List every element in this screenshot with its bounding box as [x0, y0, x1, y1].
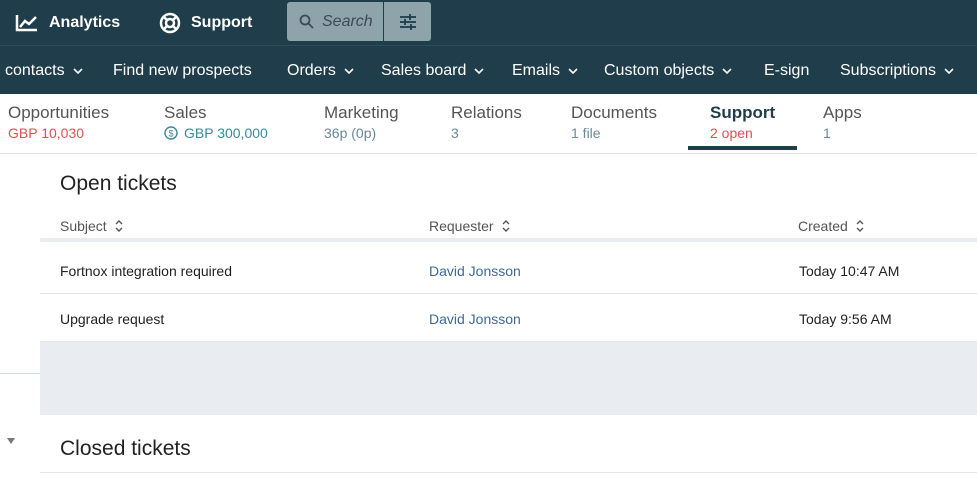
ticket-subject: Upgrade request [60, 311, 165, 327]
tab-value-wrap: $ GBP 300,000 [164, 125, 268, 141]
analytics-label: Analytics [49, 13, 121, 31]
tab-value: GBP 300,000 [184, 125, 268, 141]
currency-icon: $ [164, 126, 178, 140]
nav-item-find-new-prospects[interactable]: Find new prospects [113, 46, 252, 95]
tab-value: 1 [823, 125, 831, 141]
nav-item-label: Custom objects [604, 61, 715, 79]
tab-value: 2 open [710, 125, 753, 141]
chevron-down-icon [474, 67, 484, 74]
search-input[interactable] [322, 12, 382, 31]
ticket-requester-link[interactable]: David Jonsson [429, 311, 521, 327]
column-header-label: Subject [60, 218, 107, 234]
section-spacer [40, 342, 977, 415]
nav-item-e-sign[interactable]: E-sign [764, 46, 809, 95]
chevron-down-icon [568, 67, 578, 74]
sort-icon [115, 220, 123, 232]
top-bar: Analytics Support [0, 0, 977, 45]
lifebuoy-icon [159, 12, 181, 33]
nav-item-subscriptions[interactable]: Subscriptions [840, 46, 954, 95]
search-box[interactable] [287, 2, 383, 41]
tab-value: 36p (0p) [324, 125, 377, 141]
closed-tickets-title: Closed tickets [60, 437, 191, 460]
nav-item-sales-board[interactable]: Sales board [381, 46, 484, 95]
main-nav: contacts Find new prospects Orders Sales… [0, 45, 977, 94]
ticket-created: Today 10:47 AM [799, 263, 900, 279]
ticket-requester-link[interactable]: David Jonsson [429, 263, 521, 279]
nav-item-label: Find new prospects [113, 61, 252, 79]
sort-icon [856, 220, 864, 232]
tab-title: Relations [451, 103, 522, 122]
chevron-down-icon [73, 67, 83, 74]
search-icon [299, 14, 314, 29]
tab-title: Marketing [324, 103, 399, 122]
filter-button[interactable] [384, 2, 431, 41]
left-panel [0, 154, 40, 484]
nav-item-label: contacts [5, 61, 65, 79]
sliders-icon [399, 13, 416, 30]
tab-value: 1 file [571, 125, 601, 141]
nav-item-label: Subscriptions [840, 61, 937, 79]
nav-item-label: Sales board [381, 61, 467, 79]
tab-value: GBP 10,030 [8, 125, 85, 141]
nav-item-orders[interactable]: Orders [287, 46, 354, 95]
chevron-down-icon[interactable] [7, 438, 15, 444]
column-header-label: Requester [429, 218, 494, 234]
column-header-created[interactable]: Created [798, 218, 864, 234]
table-row[interactable]: Upgrade request David Jonsson Today 9:56… [40, 294, 977, 342]
nav-item-label: Orders [287, 61, 336, 79]
chevron-down-icon [344, 67, 354, 74]
ticket-created: Today 9:56 AM [799, 311, 892, 327]
closed-tickets-divider [40, 472, 977, 473]
svg-text:$: $ [168, 129, 173, 139]
nav-item-label: E-sign [764, 61, 810, 79]
support-link[interactable]: Support [159, 0, 252, 45]
chevron-down-icon [722, 67, 732, 74]
tab-title: Documents [571, 103, 657, 122]
nav-item-label: Emails [512, 61, 561, 79]
column-header-requester[interactable]: Requester [429, 218, 510, 234]
left-panel-divider [0, 373, 40, 374]
tab-bar: Opportunities GBP 10,030 Sales $ GBP 300… [0, 94, 977, 154]
table-row[interactable]: Fortnox integration required David Jonss… [40, 246, 977, 294]
active-tab-indicator [688, 146, 797, 150]
nav-item-emails[interactable]: Emails [512, 46, 578, 95]
nav-item-contacts[interactable]: contacts [5, 46, 83, 95]
chevron-down-icon [944, 67, 954, 74]
nav-item-custom-objects[interactable]: Custom objects [604, 46, 732, 95]
tab-title: Apps [823, 103, 862, 122]
tab-title: Sales [164, 103, 207, 122]
column-header-label: Created [798, 218, 848, 234]
tab-value: 3 [451, 125, 459, 141]
sort-icon [502, 220, 510, 232]
support-label: Support [191, 13, 253, 31]
column-header-subject[interactable]: Subject [60, 218, 123, 234]
analytics-link[interactable]: Analytics [15, 0, 120, 45]
tab-title: Opportunities [8, 103, 110, 122]
open-tickets-header: Subject Requester Created [40, 209, 977, 242]
open-tickets-title: Open tickets [60, 172, 177, 195]
ticket-subject: Fortnox integration required [60, 263, 232, 279]
chart-line-icon [15, 14, 37, 31]
tab-title: Support [710, 103, 776, 122]
